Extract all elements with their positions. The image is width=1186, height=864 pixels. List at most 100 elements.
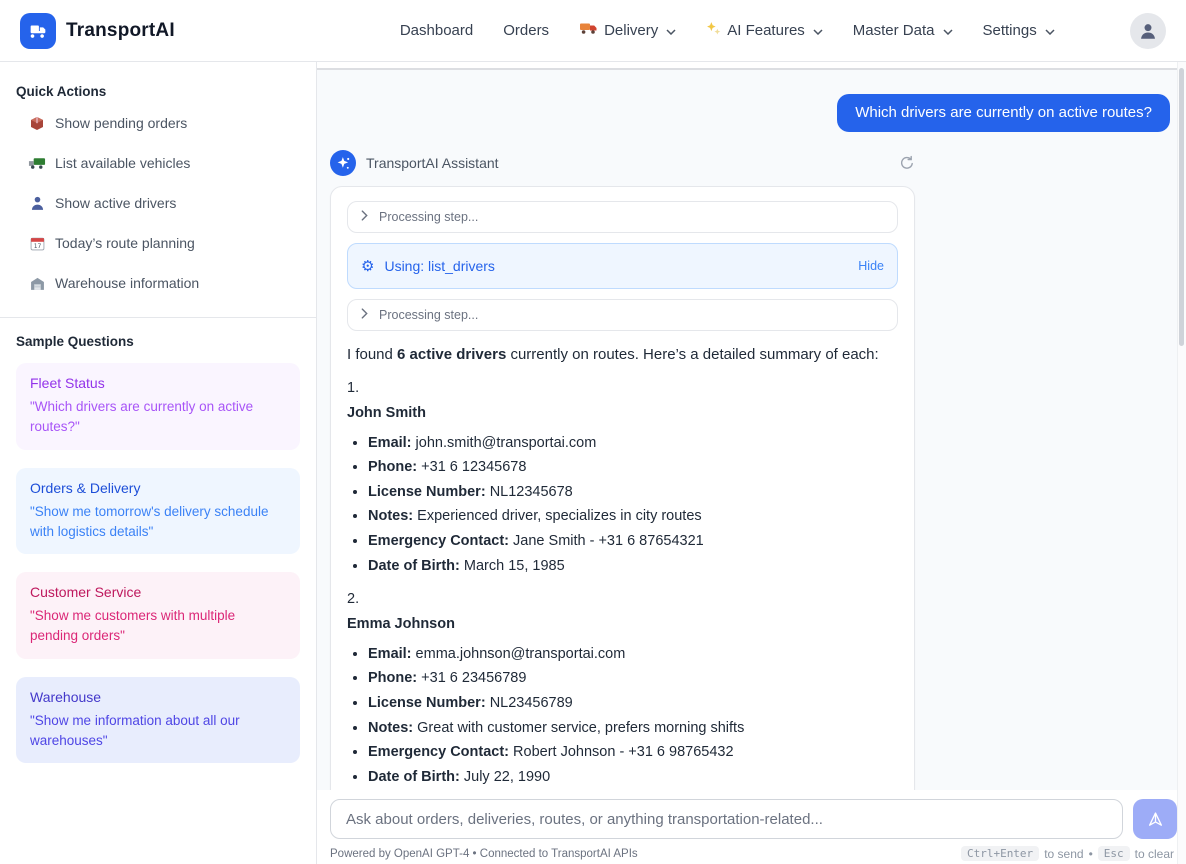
quick-action-route-planning[interactable]: 17 Today’s route planning	[16, 223, 300, 263]
chevron-down-icon	[813, 22, 823, 39]
send-button[interactable]	[1133, 799, 1177, 839]
sparkle-icon	[336, 156, 351, 171]
kbd-ctrl-enter: Ctrl+Enter	[961, 846, 1039, 861]
driver-field: Email: emma.johnson@transportai.com	[368, 642, 898, 667]
processing-step-label: Processing step...	[379, 210, 478, 224]
chevron-right-icon	[361, 308, 368, 322]
sample-question-text: "Show me customers with multiple pending…	[30, 606, 286, 647]
processing-step-row-1[interactable]: Processing step...	[347, 201, 898, 233]
assistant-name: TransportAI Assistant	[366, 155, 499, 171]
driver-number: 1.	[347, 376, 898, 401]
user-message-bubble: Which drivers are currently on active ro…	[837, 94, 1170, 132]
calendar-icon: 17	[28, 236, 46, 251]
sample-question-warehouse[interactable]: Warehouse "Show me information about all…	[16, 677, 300, 764]
assistant-avatar	[330, 150, 356, 176]
sample-question-category: Orders & Delivery	[30, 480, 286, 496]
driver-number: 2.	[347, 587, 898, 612]
sample-question-orders-delivery[interactable]: Orders & Delivery "Show me tomorrow's de…	[16, 468, 300, 555]
send-plane-icon	[1147, 811, 1164, 828]
vertical-scrollbar-track[interactable]	[1177, 62, 1186, 864]
transportai-logo-icon	[20, 13, 56, 49]
chevron-down-icon	[666, 22, 676, 39]
delivery-truck-icon	[28, 157, 46, 170]
driver-field: Phone: +31 6 23456789	[368, 666, 898, 691]
driver-field: Phone: +31 6 12345678	[368, 455, 898, 480]
driver-details-list: Email: john.smith@transportai.com Phone:…	[347, 431, 898, 579]
processing-step-label: Processing step...	[379, 308, 478, 322]
tool-use-label: Using: list_drivers	[384, 258, 494, 274]
assistant-message-block: TransportAI Assistant Processing step...…	[330, 150, 915, 790]
powered-by-text: Powered by OpenAI GPT-4 • Connected to T…	[330, 848, 638, 860]
sidebar: Quick Actions Show pending orders List a…	[0, 62, 317, 864]
refresh-icon[interactable]	[899, 155, 915, 171]
intro-line: I found 6 active drivers currently on ro…	[347, 343, 898, 367]
driver-field: Date of Birth: March 15, 1985	[368, 554, 898, 579]
brand-name: TransportAI	[66, 20, 175, 42]
warehouse-icon	[28, 277, 46, 290]
main-nav: Dashboard Orders Delivery AI Features Ma…	[400, 21, 1055, 40]
gear-icon: ⚙	[361, 259, 374, 274]
nav-delivery[interactable]: Delivery	[579, 22, 676, 39]
top-navbar: TransportAI Dashboard Orders Delivery AI…	[0, 0, 1186, 62]
driver-field: License Number: NL23456789	[368, 691, 898, 716]
driver-field: Email: john.smith@transportai.com	[368, 431, 898, 456]
quick-actions-title: Quick Actions	[16, 84, 300, 99]
sample-question-category: Fleet Status	[30, 375, 286, 391]
quick-action-label: Today’s route planning	[55, 235, 195, 251]
driver-field: Emergency Contact: Jane Smith - +31 6 87…	[368, 529, 898, 554]
user-avatar[interactable]	[1130, 13, 1166, 49]
nav-orders[interactable]: Orders	[503, 22, 549, 39]
composer-area: Powered by OpenAI GPT-4 • Connected to T…	[317, 790, 1186, 864]
quick-action-active-drivers[interactable]: Show active drivers	[16, 183, 300, 223]
quick-action-label: Show active drivers	[55, 195, 176, 211]
driver-field: Emergency Contact: Robert Johnson - +31 …	[368, 740, 898, 765]
person-icon	[28, 196, 46, 211]
hide-link[interactable]: Hide	[858, 259, 884, 273]
sample-question-fleet-status[interactable]: Fleet Status "Which drivers are currentl…	[16, 363, 300, 450]
sample-question-text: "Show me tomorrow's delivery schedule wi…	[30, 502, 286, 543]
user-icon	[1139, 22, 1157, 40]
kbd-esc: Esc	[1098, 846, 1130, 861]
nav-settings[interactable]: Settings	[983, 22, 1055, 39]
sample-question-category: Warehouse	[30, 689, 286, 705]
sidebar-divider	[0, 317, 316, 318]
tool-use-row: ⚙ Using: list_drivers Hide	[347, 243, 898, 289]
chat-input[interactable]	[330, 799, 1123, 839]
brand[interactable]: TransportAI	[20, 13, 175, 49]
chat-scroll-region[interactable]: Which drivers are currently on active ro…	[317, 68, 1186, 790]
sparkles-icon	[706, 21, 721, 40]
sample-questions-title: Sample Questions	[16, 334, 300, 349]
sample-question-text: "Show me information about all our wareh…	[30, 711, 286, 752]
driver-field: Notes: Great with customer service, pref…	[368, 716, 898, 741]
driver-details-list: Email: emma.johnson@transportai.com Phon…	[347, 642, 898, 790]
quick-action-pending-orders[interactable]: Show pending orders	[16, 103, 300, 143]
chevron-down-icon	[1045, 22, 1055, 39]
assistant-message-body: I found 6 active drivers currently on ro…	[347, 343, 898, 789]
sample-question-category: Customer Service	[30, 584, 286, 600]
driver-name: Emma Johnson	[347, 612, 898, 637]
chevron-right-icon	[361, 210, 368, 224]
sample-question-customer-service[interactable]: Customer Service "Show me customers with…	[16, 572, 300, 659]
nav-ai-features[interactable]: AI Features	[706, 21, 823, 40]
driver-name: John Smith	[347, 401, 898, 426]
sample-question-text: "Which drivers are currently on active r…	[30, 397, 286, 438]
quick-action-available-vehicles[interactable]: List available vehicles	[16, 143, 300, 183]
processing-step-row-2[interactable]: Processing step...	[347, 299, 898, 331]
quick-action-warehouse-info[interactable]: Warehouse information	[16, 263, 300, 303]
driver-field: Notes: Experienced driver, specializes i…	[368, 504, 898, 529]
chevron-down-icon	[943, 22, 953, 39]
assistant-response-card: Processing step... ⚙ Using: list_drivers…	[330, 186, 915, 790]
main-area: Which drivers are currently on active ro…	[317, 62, 1186, 864]
driver-field: Date of Birth: July 22, 1990	[368, 765, 898, 790]
driver-field: License Number: NL12345678	[368, 480, 898, 505]
nav-master-data[interactable]: Master Data	[853, 22, 953, 39]
svg-text:17: 17	[33, 243, 41, 250]
vertical-scrollbar-thumb[interactable]	[1179, 68, 1184, 346]
truck-icon	[579, 22, 598, 39]
quick-action-label: Warehouse information	[55, 275, 199, 291]
shortcut-hints: Ctrl+Enter to send • Esc to clear	[961, 846, 1174, 861]
package-icon	[28, 115, 46, 131]
quick-action-label: Show pending orders	[55, 115, 187, 131]
nav-dashboard[interactable]: Dashboard	[400, 22, 473, 39]
quick-action-label: List available vehicles	[55, 155, 190, 171]
